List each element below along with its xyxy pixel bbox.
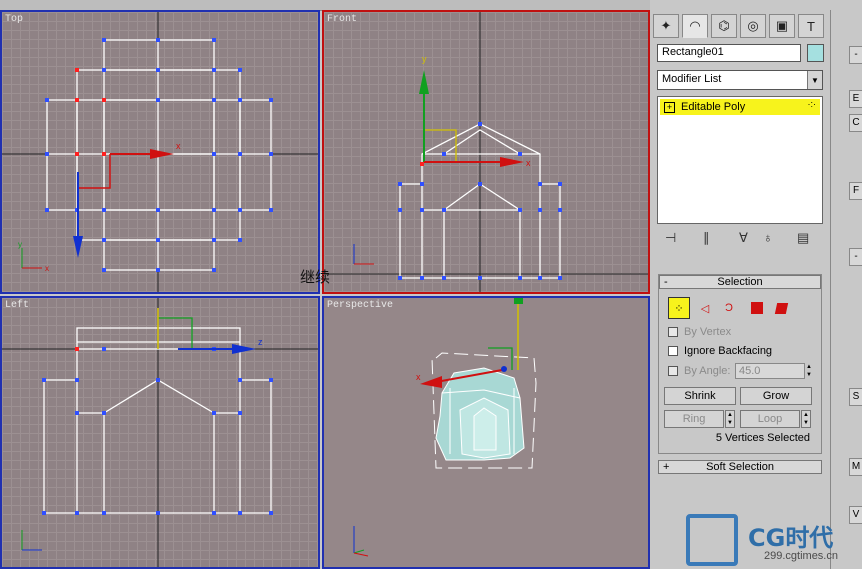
border-mode-icon[interactable]: Ɔ — [718, 297, 740, 319]
stack-item-editable-poly[interactable]: + Editable Poly ·:· — [660, 99, 820, 115]
top-x-axis-label: x — [176, 141, 181, 151]
front-y-axis-label: y — [422, 54, 427, 64]
ignore-backfacing-box[interactable] — [668, 346, 678, 356]
by-vertex-checkbox[interactable]: By Vertex — [668, 326, 731, 338]
display-tab-icon[interactable]: ▣ — [769, 14, 795, 38]
element-mode-icon[interactable] — [770, 297, 792, 319]
left-selected-vertices — [75, 347, 79, 351]
modifier-list-dropdown[interactable]: Modifier List ▼ — [657, 70, 823, 90]
secondary-collapse-button-2[interactable]: - — [849, 248, 862, 266]
utilities-tab-icon[interactable]: T — [798, 14, 824, 38]
chevron-down-icon[interactable]: ▼ — [807, 71, 822, 89]
command-panel-tabs: ✦ ◠ ⌬ ◎ ▣ T — [653, 14, 827, 40]
by-angle-checkbox[interactable]: By Angle: — [668, 365, 730, 377]
secondary-button-1[interactable]: E — [849, 90, 862, 108]
front-x-axis-label: x — [526, 158, 531, 168]
viewport-top[interactable]: Top x x y — [0, 10, 320, 294]
expand-plus-icon[interactable]: + — [664, 101, 675, 113]
viewport-left[interactable]: Left z — [0, 296, 320, 569]
grow-button[interactable]: Grow — [740, 387, 812, 405]
angle-spinner-arrows[interactable]: ▲ ▼ — [806, 363, 814, 379]
stack-toolbar: ⊣ ∥ ∀ ♁ ▤ — [657, 230, 823, 250]
top-tripod-x-label: x — [45, 264, 49, 273]
ring-button[interactable]: Ring — [664, 410, 724, 428]
object-color-swatch[interactable] — [807, 44, 824, 62]
ignore-backfacing-label: Ignore Backfacing — [684, 345, 773, 357]
front-transform-gizmo[interactable] — [419, 70, 524, 167]
front-axis-tripod — [353, 244, 374, 265]
by-vertex-label: By Vertex — [684, 326, 732, 338]
viewport-front[interactable]: Front y x — [322, 10, 650, 294]
command-panel: ✦ ◠ ⌬ ◎ ▣ T Rectangle01 Modifier List ▼ … — [650, 10, 830, 569]
shrink-button[interactable]: Shrink — [664, 387, 736, 405]
object-name-field[interactable]: Rectangle01 — [657, 44, 801, 62]
top-view-drawing: x x y — [2, 12, 318, 292]
perspective-mesh — [431, 352, 537, 469]
by-vertex-box[interactable] — [668, 327, 678, 337]
left-view-drawing: z — [2, 298, 318, 567]
by-angle-label: By Angle: — [684, 365, 731, 377]
edge-mode-icon[interactable]: ◁ — [694, 297, 716, 319]
collapse-minus-icon: - — [664, 276, 668, 288]
polygon-mode-icon[interactable] — [746, 297, 768, 319]
top-tripod-y-label: y — [18, 240, 22, 249]
make-unique-icon[interactable]: ∀ — [739, 230, 748, 246]
loop-button[interactable]: Loop — [740, 410, 800, 428]
modifier-list-label: Modifier List — [662, 73, 722, 85]
left-z-axis-label: z — [258, 337, 263, 347]
top-selected-vertices — [75, 68, 106, 156]
cgtimes-logo: CG时代 299.cgtimes.cn — [686, 514, 862, 569]
logo-text: CG时代 — [748, 524, 834, 552]
secondary-button-3[interactable]: F — [849, 182, 862, 200]
left-transform-gizmo[interactable] — [157, 308, 256, 354]
expand-plus-icon: + — [663, 461, 670, 473]
subobject-dots-icon: ·:· — [807, 99, 817, 109]
loop-spinner-arrows[interactable]: ▲ ▼ — [801, 410, 811, 428]
perspective-axis-tripod — [353, 526, 369, 557]
top-axis-tripod: x y — [18, 240, 49, 273]
secondary-button-5[interactable]: M — [849, 458, 862, 476]
create-tab-icon[interactable]: ✦ — [653, 14, 679, 38]
hierarchy-tab-icon[interactable]: ⌬ — [711, 14, 737, 38]
ring-spinner-arrows[interactable]: ▲ ▼ — [725, 410, 735, 428]
stack-item-label: Editable Poly — [681, 101, 746, 113]
logo-mark-icon — [686, 514, 738, 566]
viewport-perspective[interactable]: Perspective x — [322, 296, 650, 569]
selection-rollout-header[interactable]: - Selection — [659, 275, 821, 289]
by-angle-box[interactable] — [668, 366, 678, 376]
modify-tab-icon[interactable]: ◠ — [682, 14, 708, 38]
show-end-result-icon[interactable]: ∥ — [703, 230, 710, 246]
front-selected-vertices — [420, 162, 424, 166]
pin-stack-icon[interactable]: ⊣ — [665, 230, 676, 246]
motion-tab-icon[interactable]: ◎ — [740, 14, 766, 38]
front-view-drawing: y x — [324, 12, 648, 292]
remove-modifier-icon[interactable]: ♁ — [763, 230, 773, 245]
secondary-button-4[interactable]: S — [849, 388, 862, 406]
ignore-backfacing-checkbox[interactable]: Ignore Backfacing — [668, 345, 772, 357]
vertex-mode-icon[interactable]: ⁘ — [668, 297, 690, 319]
left-axis-tripod — [21, 530, 42, 551]
soft-selection-rollout-title: Soft Selection — [706, 461, 774, 473]
logo-url: 299.cgtimes.cn — [764, 550, 838, 562]
soft-selection-rollout: + Soft Selection — [658, 460, 822, 476]
modifier-stack[interactable]: + Editable Poly ·:· — [657, 96, 823, 224]
selection-status-text: 5 Vertices Selected — [715, 432, 810, 444]
configure-sets-icon[interactable]: ▤ — [797, 230, 809, 246]
perspective-view-drawing: x — [353, 298, 537, 557]
secondary-button-2[interactable]: C — [849, 114, 862, 132]
watermark-text: 继续 — [300, 268, 331, 286]
soft-selection-rollout-header[interactable]: + Soft Selection — [658, 460, 822, 474]
selection-rollout-title: Selection — [717, 276, 763, 288]
perspective-x-axis-label: x — [416, 372, 421, 382]
secondary-collapse-button[interactable]: - — [849, 46, 862, 64]
angle-spinner-field[interactable]: 45.0 — [735, 363, 805, 379]
secondary-panel-strip: - E C F - S M V — [830, 10, 862, 569]
